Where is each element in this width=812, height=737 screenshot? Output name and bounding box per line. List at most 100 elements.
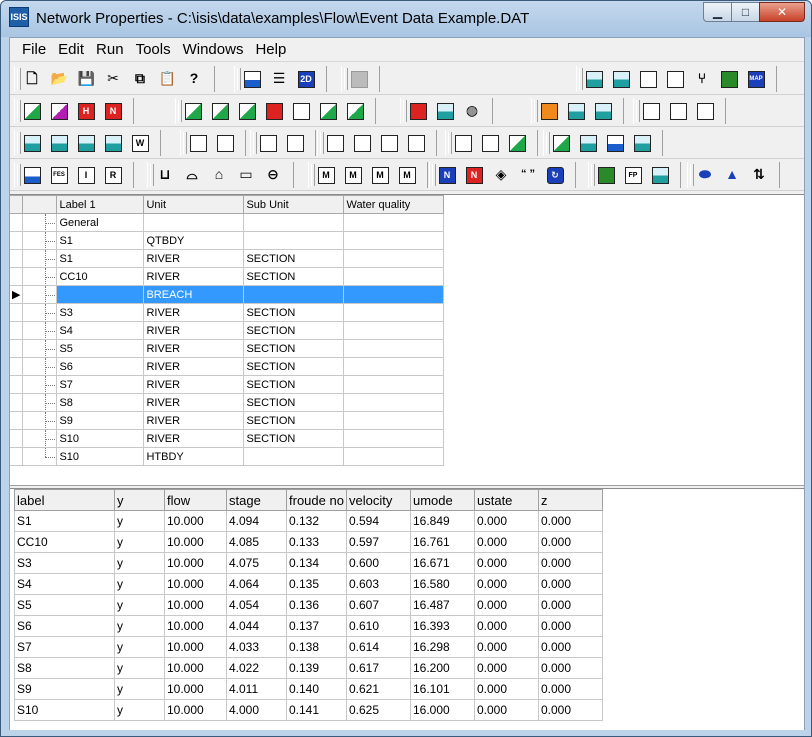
results-cell[interactable]: 4.011 [226,678,287,700]
results-cell[interactable]: 10.000 [164,657,227,679]
rainfall-icon[interactable] [407,100,429,122]
cell-water-quality[interactable] [343,357,445,376]
results-cell[interactable]: 0.000 [474,594,539,616]
cell-label[interactable]: S10 [56,429,145,448]
cell-label[interactable]: S3 [56,303,145,322]
htbdy-icon[interactable]: H [75,100,97,122]
results-cell[interactable]: y [114,510,165,532]
spill-3-icon[interactable]: ⇅ [748,164,770,186]
help-icon[interactable]: ? [183,68,205,90]
results-cell[interactable]: 16.298 [410,636,475,658]
isis-app-icon[interactable]: ISIS [9,7,29,27]
bridge-1-icon[interactable] [257,132,279,154]
long-section-icon[interactable] [610,68,632,90]
river-unit-icon[interactable] [56,323,57,338]
results-cell[interactable]: 0.000 [538,531,603,553]
network-row[interactable]: S1 QTBDY [10,231,445,250]
row-selector[interactable] [10,303,24,322]
results-cell[interactable]: S8 [14,657,115,679]
close-button[interactable]: ✕ [759,2,805,22]
cell-label[interactable]: S1 [56,249,145,268]
results-cell[interactable]: 4.000 [226,699,287,721]
cell-water-quality[interactable] [343,411,445,430]
network-row[interactable]: HS10HTBDY [10,447,445,466]
col-header-label[interactable]: Label 1 [56,195,145,214]
normal-depth-icon[interactable]: N [102,100,124,122]
results-cell[interactable]: 0.134 [286,552,347,574]
results-cell[interactable]: S5 [14,594,115,616]
network-row[interactable]: S1 RIVER SECTION [10,249,445,268]
results-cell[interactable]: 0.621 [346,678,411,700]
cell-unit[interactable]: HTBDY [143,447,245,466]
cell-subunit[interactable] [243,447,345,466]
spill-1-icon[interactable]: ⬬ [694,164,716,186]
cell-label[interactable]: S6 [56,357,145,376]
results-cell[interactable]: 0.000 [474,657,539,679]
row-selector[interactable] [10,249,24,268]
disabled-tool-icon[interactable] [348,68,370,90]
junction-3-icon[interactable] [604,132,626,154]
open-folder-icon[interactable]: 📂 [48,68,70,90]
conduit-2-icon[interactable]: ⌓ [181,164,203,186]
label-n-red-icon[interactable]: N [463,164,485,186]
section-3-icon[interactable] [592,100,614,122]
comment-icon[interactable]: “ ” [517,164,539,186]
results-cell[interactable]: 10.000 [164,552,227,574]
cell-water-quality[interactable] [343,213,445,232]
hydro-2-icon[interactable] [209,100,231,122]
results-row[interactable]: S4 y 10.000 4.064 0.135 0.603 16.580 0.000 0.000 [14,573,603,595]
results-col-header[interactable]: z [538,489,603,511]
results-cell[interactable]: 10.000 [164,699,227,721]
culvert-4-icon[interactable] [405,132,427,154]
results-cell[interactable]: 0.000 [474,636,539,658]
reservoir-3-icon[interactable] [506,132,528,154]
cell-label[interactable]: S5 [56,339,145,358]
menu-file[interactable]: File [16,40,52,60]
reservoir-2-icon[interactable] [479,132,501,154]
cut-icon[interactable]: ✂ [102,68,124,90]
results-cell[interactable]: 0.000 [474,678,539,700]
floodplain-1-icon[interactable] [595,164,617,186]
cell-unit[interactable]: RIVER [143,375,245,394]
results-col-header[interactable]: ustate [474,489,539,511]
cell-subunit[interactable] [243,231,345,250]
results-cell[interactable]: 0.607 [346,594,411,616]
cell-subunit[interactable]: SECTION [243,249,345,268]
results-row[interactable]: CC10 y 10.000 4.085 0.133 0.597 16.761 0.000 0.0… [14,531,603,553]
results-cell[interactable]: 4.085 [226,531,287,553]
cell-water-quality[interactable] [343,447,445,466]
new-file-icon[interactable]: 🗋 [21,68,43,90]
cell-label[interactable]: S7 [56,375,145,394]
cell-subunit[interactable]: SECTION [243,411,345,430]
results-cell[interactable]: S6 [14,615,115,637]
results-cell[interactable]: 0.000 [538,594,603,616]
results-cell[interactable]: 0.000 [474,615,539,637]
results-cell[interactable]: 0.000 [474,531,539,553]
results-cell[interactable]: 4.022 [226,657,287,679]
cell-subunit[interactable]: SECTION [243,339,345,358]
results-cell[interactable]: 16.671 [410,552,475,574]
cell-water-quality[interactable] [343,267,445,286]
results-cell[interactable]: 0.000 [538,657,603,679]
cell-water-quality[interactable] [343,285,445,304]
title-bar[interactable]: ISIS Network Properties - C:\isis\data\e… [1,1,811,37]
results-cell[interactable]: 0.000 [538,636,603,658]
cell-subunit[interactable] [243,213,345,232]
edit-icon[interactable] [664,68,686,90]
floodplain-fp-icon[interactable]: FP [622,164,644,186]
results-cell[interactable]: 10.000 [164,615,227,637]
river-unit-icon[interactable] [56,413,57,428]
cell-unit[interactable]: RIVER [143,249,245,268]
culvert-3-icon[interactable] [378,132,400,154]
weir-3-icon[interactable] [75,132,97,154]
results-cell[interactable]: S7 [14,636,115,658]
col-header-unit[interactable]: Unit [143,195,245,214]
cell-water-quality[interactable] [343,321,445,340]
results-cell[interactable]: 0.141 [286,699,347,721]
cell-unit[interactable]: RIVER [143,429,245,448]
results-col-header[interactable]: umode [410,489,475,511]
results-col-header[interactable]: flow [164,489,227,511]
results-cell[interactable]: 0.000 [538,510,603,532]
row-selector[interactable] [10,267,24,286]
results-cell[interactable]: 0.136 [286,594,347,616]
